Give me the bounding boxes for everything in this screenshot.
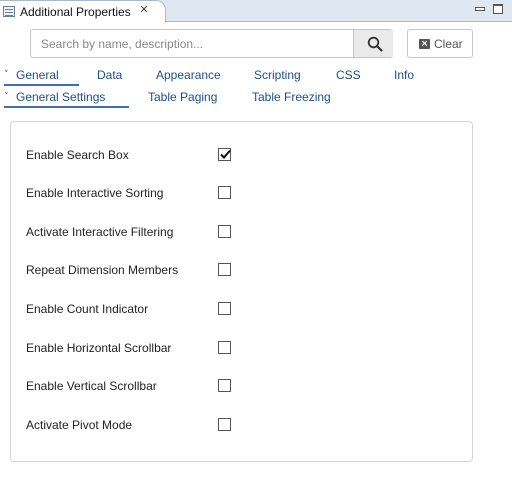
table-icon [3, 6, 15, 17]
setting-row: Enable Search Box [11, 145, 472, 165]
view-tab-title: Additional Properties [20, 5, 131, 19]
search-input[interactable] [31, 30, 353, 57]
tab-label: CSS [336, 68, 361, 82]
setting-row: Enable Interactive Sorting [11, 183, 472, 203]
tab-label: Appearance [156, 68, 221, 82]
setting-label: Activate Pivot Mode [26, 418, 133, 432]
general-settings-panel: Enable Search Box Enable Interactive Sor… [10, 121, 473, 462]
tab-data[interactable]: Data [97, 66, 122, 86]
enable-interactive-sorting-checkbox[interactable] [218, 186, 231, 199]
category-tabs: ˅ General Data Appearance Scripting CSS I… [0, 66, 512, 86]
enable-vertical-scrollbar-checkbox[interactable] [218, 379, 231, 392]
tab-label: General Settings [16, 90, 106, 104]
enable-search-box-checkbox[interactable] [218, 148, 231, 161]
tab-general-settings[interactable]: ˅ General Settings [4, 88, 105, 108]
setting-label: Enable Search Box [26, 148, 129, 162]
search-icon [367, 36, 383, 52]
tab-general[interactable]: ˅ General [4, 66, 59, 86]
chevron-down-icon: ˅ [4, 70, 9, 80]
setting-label: Enable Horizontal Scrollbar [26, 341, 172, 355]
tab-label: Table Paging [148, 90, 218, 104]
tab-label: Data [97, 68, 123, 82]
view-tab-strip: Additional Properties ✕ [0, 0, 512, 23]
setting-label: Enable Count Indicator [26, 302, 149, 316]
clear-button[interactable]: × Clear [407, 29, 473, 58]
activate-pivot-mode-checkbox[interactable] [218, 418, 231, 431]
tab-appearance[interactable]: Appearance [156, 66, 221, 86]
setting-row: Enable Horizontal Scrollbar [11, 338, 472, 358]
active-tab-underline [4, 84, 79, 86]
tab-info[interactable]: Info [394, 66, 414, 86]
tab-label: Scripting [254, 68, 301, 82]
setting-row: Activate Interactive Filtering [11, 222, 472, 242]
setting-label: Enable Vertical Scrollbar [26, 379, 157, 393]
clear-label: Clear [434, 37, 463, 51]
tab-label: Info [394, 68, 415, 82]
setting-label: Enable Interactive Sorting [26, 186, 164, 200]
enable-count-indicator-checkbox[interactable] [218, 302, 231, 315]
setting-label: Repeat Dimension Members [26, 263, 179, 277]
tab-label: General [16, 68, 59, 82]
tab-scripting[interactable]: Scripting [254, 66, 301, 86]
activate-interactive-filtering-checkbox[interactable] [218, 225, 231, 238]
search-button[interactable] [353, 30, 393, 57]
setting-row: Repeat Dimension Members [11, 260, 472, 280]
tab-css[interactable]: CSS [336, 66, 361, 86]
maximize-button[interactable] [493, 4, 503, 14]
close-icon[interactable]: ✕ [137, 3, 151, 17]
setting-row: Enable Vertical Scrollbar [11, 376, 472, 396]
search-box [30, 29, 393, 58]
view-tab-additional-properties[interactable]: Additional Properties ✕ [0, 0, 166, 23]
sub-tabs: ˅ General Settings Table Paging Table Fre… [0, 88, 512, 108]
chevron-down-icon: ˅ [4, 92, 9, 102]
tab-table-paging[interactable]: Table Paging [148, 88, 217, 108]
enable-horizontal-scrollbar-checkbox[interactable] [218, 341, 231, 354]
setting-row: Activate Pivot Mode [11, 415, 472, 435]
setting-row: Enable Count Indicator [11, 299, 472, 319]
setting-label: Activate Interactive Filtering [26, 225, 174, 239]
clear-icon: × [419, 39, 430, 49]
tab-label: Table Freezing [252, 90, 331, 104]
active-subtab-underline [4, 106, 129, 108]
check-mark-icon [220, 149, 231, 159]
repeat-dimension-members-checkbox[interactable] [218, 263, 231, 276]
tab-table-freezing[interactable]: Table Freezing [252, 88, 331, 108]
minimize-button[interactable] [475, 4, 485, 14]
